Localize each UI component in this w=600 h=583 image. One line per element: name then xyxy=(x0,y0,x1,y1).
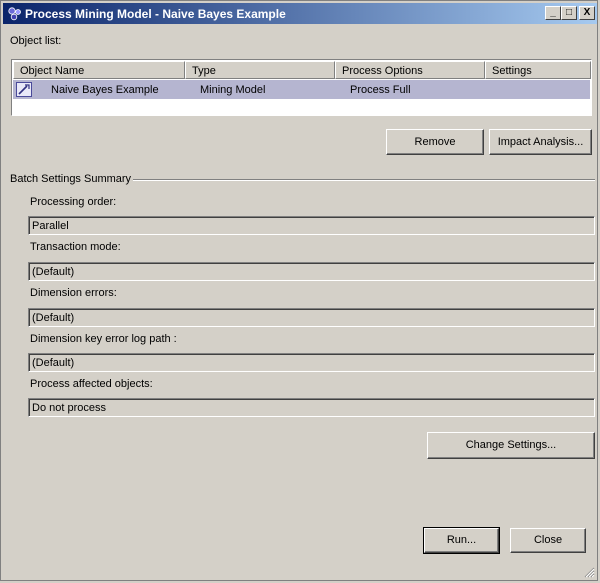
column-header-settings[interactable]: Settings xyxy=(485,61,591,79)
run-button[interactable]: Run... xyxy=(423,527,500,554)
maximize-button[interactable]: □ xyxy=(561,6,577,20)
process-options-cell[interactable]: Process Full xyxy=(350,84,411,96)
change-settings-button[interactable]: Change Settings... xyxy=(427,432,595,459)
resize-grip-icon[interactable] xyxy=(583,566,595,578)
group-divider xyxy=(133,179,595,181)
object-name-cell: Naive Bayes Example xyxy=(51,84,159,96)
dimension-key-error-log-path-field: (Default) xyxy=(28,353,595,372)
process-affected-objects-label: Process affected objects: xyxy=(30,378,153,390)
mining-model-icon xyxy=(16,82,32,97)
process-icon xyxy=(8,7,21,21)
title-bar[interactable]: Process Mining Model - Naive Bayes Examp… xyxy=(3,3,597,24)
minimize-icon: _ xyxy=(550,7,556,18)
processing-order-field: Parallel xyxy=(28,216,595,235)
dimension-key-error-log-path-label: Dimension key error log path : xyxy=(30,333,177,345)
list-header: Object Name Type Process Options Setting… xyxy=(13,61,591,79)
close-button[interactable]: Close xyxy=(510,528,586,553)
transaction-mode-label: Transaction mode: xyxy=(30,241,121,253)
list-item[interactable]: Naive Bayes Example Mining Model Process… xyxy=(13,80,590,99)
close-window-button[interactable]: X xyxy=(579,6,595,20)
processing-order-label: Processing order: xyxy=(30,196,117,208)
close-icon: X xyxy=(583,7,591,18)
impact-analysis-button[interactable]: Impact Analysis... xyxy=(489,129,592,155)
transaction-mode-field: (Default) xyxy=(28,262,595,281)
column-header-process-options[interactable]: Process Options xyxy=(335,61,485,79)
dialog-window: Process Mining Model - Naive Bayes Examp… xyxy=(0,0,598,581)
object-type-cell: Mining Model xyxy=(200,84,266,96)
maximize-icon: □ xyxy=(565,7,573,18)
column-header-type[interactable]: Type xyxy=(185,61,335,79)
minimize-button[interactable]: _ xyxy=(545,6,561,20)
process-affected-objects-field: Do not process xyxy=(28,398,595,417)
object-list-label: Object list: xyxy=(10,35,62,47)
object-list[interactable]: Object Name Type Process Options Setting… xyxy=(11,59,592,116)
window-title: Process Mining Model - Naive Bayes Examp… xyxy=(25,7,286,21)
column-header-object-name[interactable]: Object Name xyxy=(13,61,185,79)
dimension-errors-label: Dimension errors: xyxy=(30,287,117,299)
batch-settings-group-title: Batch Settings Summary xyxy=(10,173,132,185)
dimension-errors-field: (Default) xyxy=(28,308,595,327)
remove-button[interactable]: Remove xyxy=(386,129,484,155)
